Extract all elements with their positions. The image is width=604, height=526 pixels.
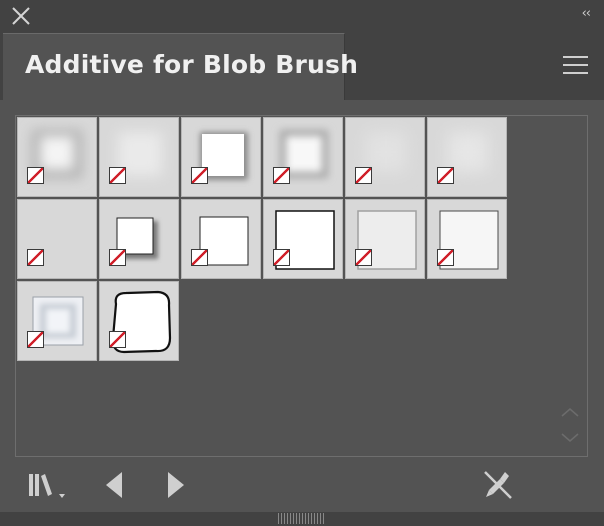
brush-swatch[interactable] <box>427 199 507 279</box>
brush-swatch[interactable] <box>99 117 179 197</box>
brush-swatch[interactable] <box>181 117 261 197</box>
no-fill-indicator-icon <box>27 331 44 348</box>
brush-preview <box>280 130 328 178</box>
panel-title: Additive for Blob Brush <box>25 50 359 79</box>
brush-preview <box>116 217 158 259</box>
brush-swatch[interactable] <box>99 281 179 361</box>
panel-resize-bar <box>0 512 604 526</box>
scroll-arrows-icon[interactable] <box>559 404 581 446</box>
tab-additive-for-blob-brush[interactable]: Additive for Blob Brush <box>3 33 358 100</box>
no-fill-indicator-icon <box>355 167 372 184</box>
brush-preview <box>366 132 406 172</box>
no-fill-indicator-icon <box>109 249 126 266</box>
no-fill-indicator-icon <box>437 249 454 266</box>
brush-swatch[interactable] <box>181 199 261 279</box>
brush-preview <box>199 216 249 266</box>
brush-preview <box>357 210 417 270</box>
brush-swatch[interactable] <box>263 117 343 197</box>
no-fill-indicator-icon <box>273 249 290 266</box>
brush-preview <box>32 130 82 178</box>
no-fill-indicator-icon <box>109 167 126 184</box>
brush-preview <box>448 132 488 172</box>
no-fill-indicator-icon <box>27 167 44 184</box>
close-icon[interactable] <box>10 6 32 26</box>
brush-preview <box>439 210 499 270</box>
brush-swatch-grid <box>15 115 588 457</box>
brush-swatch[interactable] <box>99 199 179 279</box>
brush-preview <box>200 132 248 180</box>
hamburger-menu-icon[interactable] <box>563 56 588 75</box>
no-fill-indicator-icon <box>109 331 126 348</box>
no-fill-indicator-icon <box>437 167 454 184</box>
panel-footer <box>0 460 604 512</box>
no-fill-indicator-icon <box>27 249 44 266</box>
remove-brush-stroke-icon[interactable] <box>483 468 513 500</box>
no-fill-indicator-icon <box>355 249 372 266</box>
previous-library-icon[interactable] <box>104 470 124 500</box>
brush-swatch[interactable] <box>427 117 507 197</box>
brush-swatch[interactable] <box>345 117 425 197</box>
brush-swatch[interactable] <box>17 281 97 361</box>
panel-title-bar: ‹‹ <box>0 0 604 32</box>
no-fill-indicator-icon <box>191 167 208 184</box>
brush-swatch[interactable] <box>17 199 97 279</box>
brush-library-menu-icon[interactable] <box>28 472 70 500</box>
brush-preview <box>32 296 84 346</box>
no-fill-indicator-icon <box>273 167 290 184</box>
brush-swatch[interactable] <box>345 199 425 279</box>
no-fill-indicator-icon <box>191 249 208 266</box>
resize-grip-icon[interactable] <box>278 513 326 524</box>
double-chevron-left-icon[interactable]: ‹‹ <box>582 6 591 21</box>
next-library-icon[interactable] <box>166 470 186 500</box>
brush-swatch[interactable] <box>263 199 343 279</box>
brush-preview <box>275 210 335 270</box>
brush-swatch[interactable] <box>17 117 97 197</box>
brush-preview <box>118 132 162 176</box>
brush-preview <box>111 290 172 354</box>
panel-tab-row: Additive for Blob Brush <box>0 32 604 100</box>
